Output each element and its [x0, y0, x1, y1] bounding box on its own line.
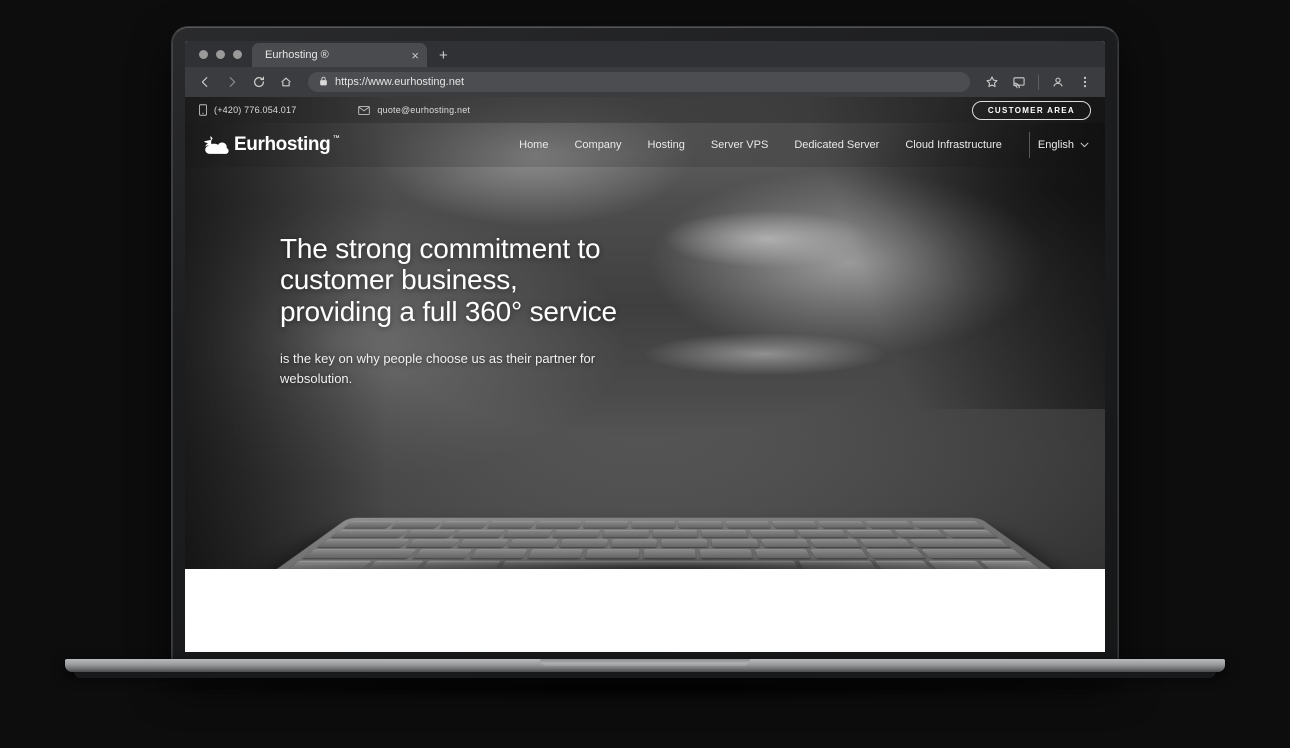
window-controls[interactable]	[195, 41, 252, 67]
site-logo[interactable]: Eurhosting ™	[199, 134, 340, 156]
star-bookmark-icon[interactable]	[980, 70, 1004, 94]
hero-copy: The strong commitment to customer busine…	[185, 167, 705, 389]
language-selector[interactable]: English	[1038, 139, 1091, 151]
laptop-base	[65, 659, 1225, 672]
laptop-screen: Eurhosting ® × + https://www.eurhosting.…	[185, 41, 1105, 652]
language-selected-label: English	[1037, 139, 1074, 151]
nav-item-server-vps[interactable]: Server VPS	[698, 139, 781, 151]
email-contact[interactable]: quote@eurhosting.net	[358, 105, 470, 115]
logo-wordmark: Eurhosting	[234, 134, 331, 155]
hero-subtext: is the key on why people choose us as th…	[280, 351, 596, 387]
nav-item-company[interactable]: Company	[561, 139, 634, 151]
web-page: (+420) 776.054.017 quote@eurhosting.net …	[185, 97, 1105, 652]
laptop-lid: Eurhosting ® × + https://www.eurhosting.…	[172, 27, 1118, 667]
laptop-base-notch	[540, 659, 750, 666]
hero-heading-line-1: The strong commitment to	[280, 233, 601, 264]
site-topbar: (+420) 776.054.017 quote@eurhosting.net …	[185, 97, 1105, 123]
nav-item-hosting[interactable]: Hosting	[635, 139, 698, 151]
window-close-dot[interactable]	[199, 49, 208, 59]
window-maximize-dot[interactable]	[233, 49, 242, 59]
phone-contact[interactable]: (+420) 776.054.017	[199, 104, 296, 116]
site-header: Eurhosting ™ Home Company Hosting Server …	[185, 123, 1105, 167]
profile-icon[interactable]	[1046, 70, 1070, 94]
nav-item-cloud-infrastructure[interactable]: Cloud Infrastructure	[892, 139, 1015, 151]
tab-close-icon[interactable]: ×	[411, 49, 419, 62]
browser-toolbar: https://www.eurhosting.net	[185, 67, 1105, 97]
address-bar[interactable]: https://www.eurhosting.net	[308, 72, 970, 92]
main-navigation: Home Company Hosting Server VPS Dedicate…	[506, 132, 1091, 158]
kebab-menu-icon[interactable]	[1073, 70, 1097, 94]
cast-icon[interactable]	[1007, 70, 1031, 94]
nav-item-dedicated-server[interactable]: Dedicated Server	[781, 139, 892, 151]
nav-divider	[1028, 132, 1030, 158]
hero-section: (+420) 776.054.017 quote@eurhosting.net …	[185, 97, 1105, 569]
browser-tab[interactable]: Eurhosting ® ×	[252, 43, 427, 67]
back-arrow-icon[interactable]	[193, 70, 217, 94]
logo-trademark: ™	[332, 135, 340, 142]
hero-heading-line-3: providing a full 360° service	[280, 295, 617, 327]
mobile-phone-icon	[199, 104, 207, 116]
bird-in-cloud-icon	[199, 135, 229, 156]
address-bar-url: https://www.eurhosting.net	[335, 76, 465, 88]
phone-number: (+420) 776.054.017	[214, 105, 297, 115]
window-minimize-dot[interactable]	[216, 49, 225, 59]
tab-title: Eurhosting ®	[265, 49, 329, 61]
forward-arrow-icon[interactable]	[220, 70, 244, 94]
logo-text: Eurhosting ™	[234, 134, 340, 156]
reload-icon[interactable]	[247, 70, 271, 94]
hero-heading: The strong commitment to customer busine…	[280, 233, 705, 327]
chevron-down-icon	[1080, 140, 1089, 150]
laptop-base-shadow	[120, 676, 1170, 702]
browser-tabstrip: Eurhosting ® × +	[185, 41, 1105, 67]
keyboard-photo	[269, 455, 1059, 569]
email-address: quote@eurhosting.net	[377, 105, 471, 115]
toolbar-divider	[1038, 74, 1039, 90]
envelope-icon	[358, 105, 371, 115]
home-icon[interactable]	[274, 70, 298, 94]
laptop-base-lip	[74, 671, 1216, 678]
page-content-below-hero	[185, 569, 1105, 652]
hero-heading-line-2: customer business,	[280, 264, 518, 296]
new-tab-icon[interactable]: +	[427, 43, 460, 67]
lock-icon	[319, 73, 328, 91]
screenshot-stage: Eurhosting ® × + https://www.eurhosting.…	[0, 0, 1290, 748]
customer-area-button[interactable]: CUSTOMER AREA	[971, 100, 1091, 120]
nav-item-home[interactable]: Home	[506, 139, 561, 151]
